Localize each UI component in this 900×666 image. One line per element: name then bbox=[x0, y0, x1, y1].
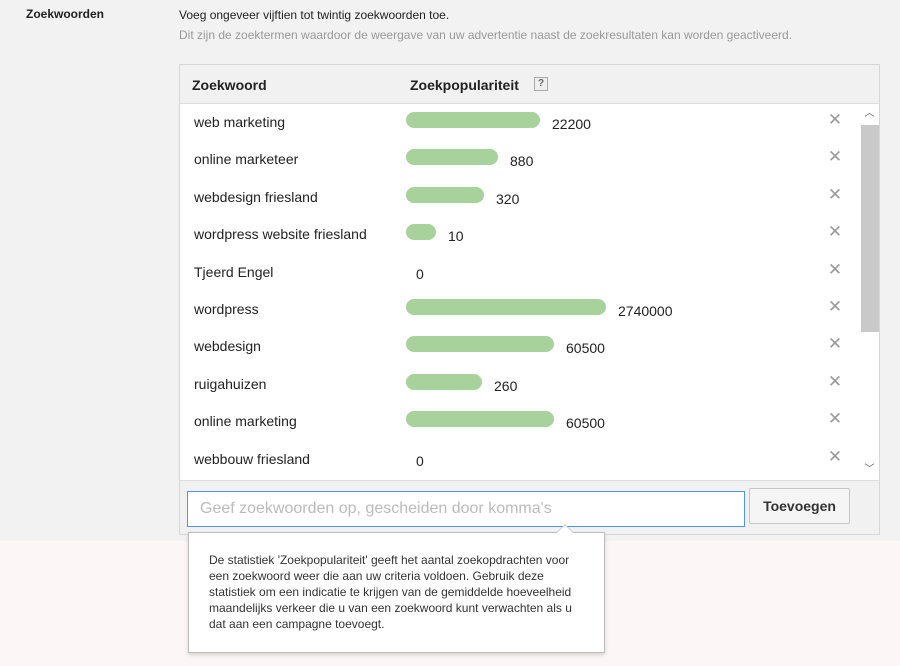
column-header-popularity[interactable]: Zoekpopulariteit bbox=[410, 77, 519, 93]
tooltip-text: De statistiek 'Zoekpopulariteit' geeft h… bbox=[209, 553, 572, 631]
help-icon[interactable]: ? bbox=[534, 77, 548, 91]
section-hint: Dit zijn de zoektermen waardoor de weerg… bbox=[179, 28, 793, 42]
popularity-bar bbox=[406, 299, 606, 315]
keyword-panel: Zoekwoord Zoekpopulariteit ? web marketi… bbox=[179, 64, 880, 535]
keyword-text: wordpress bbox=[194, 301, 259, 317]
section-label: Zoekwoorden bbox=[26, 7, 105, 21]
popularity-value: 260 bbox=[494, 378, 518, 394]
keyword-text: online marketing bbox=[194, 413, 297, 429]
close-icon[interactable]: ✕ bbox=[825, 147, 845, 167]
popularity-value: 0 bbox=[416, 453, 424, 469]
popularity-bar bbox=[406, 149, 498, 165]
keyword-text: Tjeerd Engel bbox=[194, 264, 274, 280]
keyword-text: webbouw friesland bbox=[194, 451, 310, 467]
close-icon[interactable]: ✕ bbox=[825, 447, 845, 467]
close-icon[interactable]: ✕ bbox=[825, 334, 845, 354]
keyword-row: wordpress website friesland 10 ✕ bbox=[180, 216, 860, 253]
popularity-bar bbox=[406, 374, 482, 390]
popularity-bar bbox=[406, 187, 484, 203]
keyword-row: Tjeerd Engel 0 ✕ bbox=[180, 254, 860, 291]
popularity-value: 60500 bbox=[566, 415, 605, 431]
popularity-value: 2740000 bbox=[618, 303, 673, 319]
popularity-value: 320 bbox=[496, 191, 520, 207]
popularity-value: 60500 bbox=[566, 340, 605, 356]
keyword-text: webdesign bbox=[194, 338, 261, 354]
close-icon[interactable]: ✕ bbox=[825, 185, 845, 205]
keyword-row: web marketing 22200 ✕ bbox=[180, 104, 860, 141]
close-icon[interactable]: ✕ bbox=[825, 110, 845, 130]
close-icon[interactable]: ✕ bbox=[825, 409, 845, 429]
popularity-value: 22200 bbox=[552, 116, 591, 132]
tooltip-arrow bbox=[556, 524, 574, 533]
keyword-text: webdesign friesland bbox=[194, 189, 318, 205]
keyword-text: web marketing bbox=[194, 114, 286, 130]
popularity-value: 880 bbox=[510, 153, 534, 169]
popularity-tooltip: De statistiek 'Zoekpopulariteit' geeft h… bbox=[188, 524, 605, 653]
add-keyword-bar: Toevoegen bbox=[180, 480, 879, 534]
keyword-row: online marketeer 880 ✕ bbox=[180, 141, 860, 178]
scrollbar[interactable]: ︿ ﹀ bbox=[860, 104, 879, 480]
close-icon[interactable]: ✕ bbox=[825, 260, 845, 280]
scrollbar-thumb[interactable] bbox=[861, 125, 879, 332]
keyword-row: ruigahuizen 260 ✕ bbox=[180, 366, 860, 403]
keyword-text: online marketeer bbox=[194, 151, 299, 167]
close-icon[interactable]: ✕ bbox=[825, 297, 845, 317]
section-intro: Voeg ongeveer vijftien tot twintig zoekw… bbox=[179, 8, 450, 22]
popularity-bar bbox=[406, 224, 436, 240]
keyword-list: web marketing 22200 ✕ online marketeer 880 ✕ w… bbox=[180, 104, 860, 480]
keyword-row: webdesign 60500 ✕ bbox=[180, 328, 860, 365]
keyword-row: webdesign friesland 320 ✕ bbox=[180, 179, 860, 216]
keyword-row: online marketing 60500 ✕ bbox=[180, 403, 860, 440]
popularity-bar bbox=[406, 336, 554, 352]
keyword-row: wordpress 2740000 ✕ bbox=[180, 291, 860, 328]
keyword-row: webbouw friesland 0 ✕ bbox=[180, 441, 860, 478]
keyword-input[interactable] bbox=[187, 491, 745, 527]
close-icon[interactable]: ✕ bbox=[825, 372, 845, 392]
column-header-keyword: Zoekwoord bbox=[192, 77, 267, 93]
popularity-bar bbox=[406, 411, 554, 427]
scroll-down-icon[interactable]: ﹀ bbox=[860, 460, 879, 480]
add-button[interactable]: Toevoegen bbox=[749, 488, 850, 524]
table-header: Zoekwoord Zoekpopulariteit ? bbox=[180, 65, 879, 104]
popularity-bar bbox=[406, 112, 540, 128]
popularity-value: 10 bbox=[448, 228, 464, 244]
keyword-text: ruigahuizen bbox=[194, 376, 267, 392]
popularity-value: 0 bbox=[416, 266, 424, 282]
keyword-text: wordpress website friesland bbox=[194, 226, 367, 242]
scroll-up-icon[interactable]: ︿ bbox=[860, 104, 879, 124]
close-icon[interactable]: ✕ bbox=[825, 222, 845, 242]
